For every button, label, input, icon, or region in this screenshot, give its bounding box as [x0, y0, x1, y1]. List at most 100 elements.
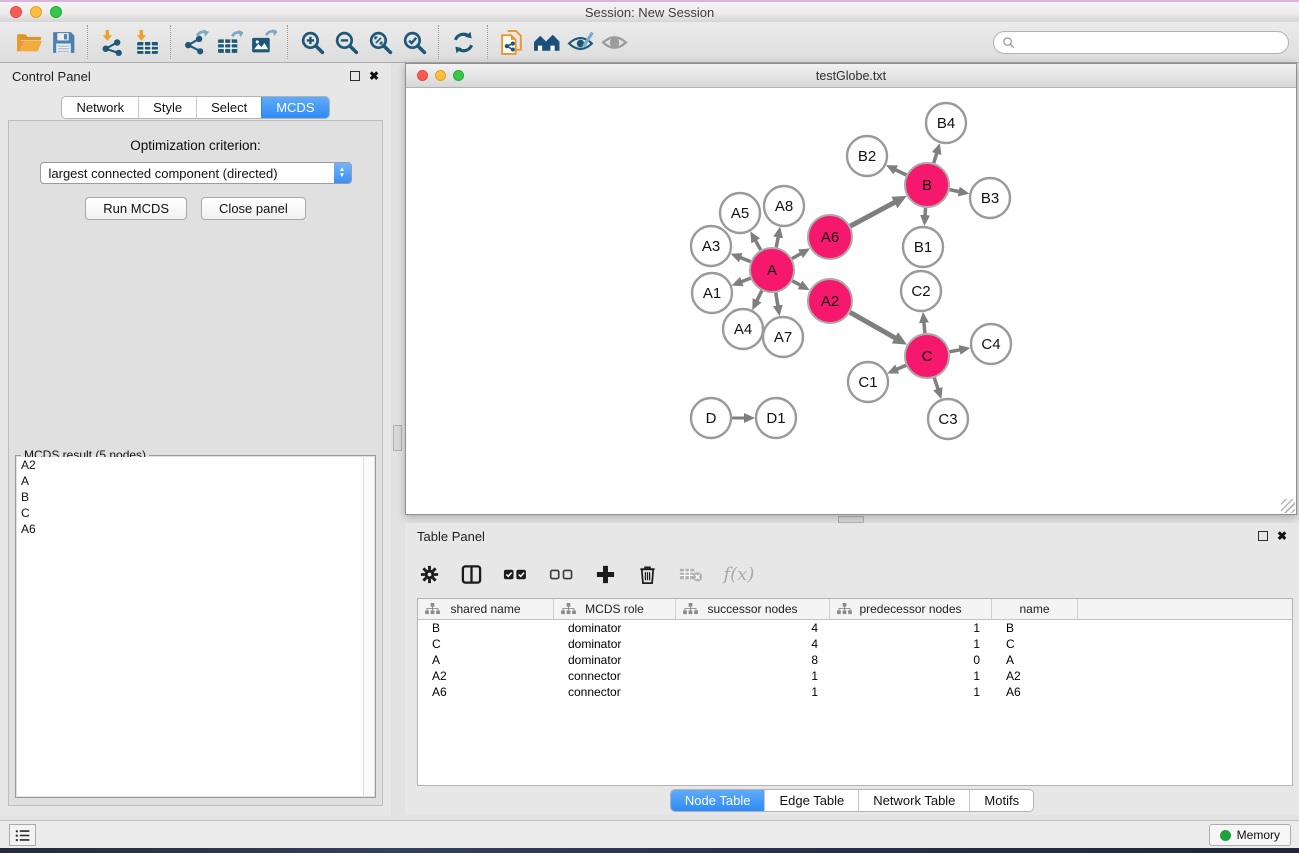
edge-C-C4[interactable] — [950, 350, 961, 352]
edge-A-A5[interactable] — [755, 240, 761, 250]
minimize-window-icon[interactable] — [30, 6, 42, 18]
mcds-result-item[interactable]: C — [17, 505, 374, 521]
node-A2[interactable]: A2 — [808, 279, 852, 323]
close-frame-icon[interactable] — [417, 70, 428, 81]
search-field[interactable] — [993, 31, 1289, 54]
node-B1[interactable]: B1 — [903, 227, 943, 267]
show-hidden-button[interactable] — [597, 25, 631, 59]
close-table-panel-icon[interactable]: ✖ — [1277, 531, 1287, 541]
edge-A-A1[interactable] — [741, 278, 751, 282]
tab-select[interactable]: Select — [196, 97, 261, 118]
node-C4[interactable]: C4 — [971, 324, 1011, 364]
network-graph[interactable]: AA1A2A3A4A5A6A7A8BB1B2B3B4CC1C2C3C4DD1 — [406, 88, 1296, 514]
show-panels-button[interactable] — [9, 824, 36, 846]
import-table-button[interactable] — [129, 25, 163, 59]
node-A6[interactable]: A6 — [808, 215, 852, 259]
edge-B-B4[interactable] — [934, 153, 937, 163]
save-session-button[interactable] — [46, 25, 80, 59]
mcds-result-list[interactable]: A2ABCA6 — [17, 457, 374, 796]
node-C3[interactable]: C3 — [928, 399, 968, 439]
export-table-button[interactable] — [212, 25, 246, 59]
hide-selected-button[interactable] — [563, 25, 597, 59]
node-A5[interactable]: A5 — [720, 193, 760, 233]
tab-network[interactable]: Network — [62, 97, 138, 118]
result-list-scrollbar[interactable] — [363, 457, 374, 796]
mcds-result-item[interactable]: A6 — [17, 521, 374, 537]
edge-B-B1[interactable] — [925, 208, 926, 216]
table-settings-gear-button[interactable] — [419, 564, 440, 585]
edge-A2-C[interactable] — [850, 312, 896, 338]
new-network-from-selection-button[interactable] — [495, 25, 529, 59]
node-A7[interactable]: A7 — [763, 317, 803, 357]
column-header-predecessor-nodes[interactable]: predecessor nodes — [830, 599, 992, 619]
run-mcds-button[interactable]: Run MCDS — [85, 197, 187, 220]
mcds-result-item[interactable]: A — [17, 473, 374, 489]
edge-A-A3[interactable] — [740, 257, 751, 261]
zoom-window-icon[interactable] — [50, 6, 62, 18]
home-browser-button[interactable] — [529, 25, 563, 59]
edge-A-A2[interactable] — [792, 281, 801, 286]
mcds-result-item[interactable]: A2 — [17, 457, 374, 473]
zoom-in-button[interactable] — [295, 25, 329, 59]
criterion-dropdown[interactable]: largest connected component (directed) ▲… — [40, 162, 352, 184]
zoom-frame-icon[interactable] — [453, 70, 464, 81]
deselect-all-rows-button[interactable] — [549, 564, 574, 585]
close-panel-button[interactable]: Close panel — [201, 197, 306, 220]
column-header-successor-nodes[interactable]: successor nodes — [676, 599, 830, 619]
node-D1[interactable]: D1 — [756, 398, 796, 438]
node-table[interactable]: shared nameMCDS rolesuccessor nodesprede… — [417, 598, 1293, 786]
node-D[interactable]: D — [691, 398, 731, 438]
node-A1[interactable]: A1 — [692, 273, 732, 313]
search-input[interactable] — [1015, 36, 1288, 50]
node-B[interactable]: B — [905, 163, 949, 207]
node-A[interactable]: A — [750, 248, 794, 292]
export-image-button[interactable] — [246, 25, 280, 59]
float-panel-icon[interactable] — [350, 71, 360, 81]
delete-column-button[interactable] — [637, 564, 658, 585]
edge-C-C2[interactable] — [924, 322, 925, 333]
edge-A6-B[interactable] — [850, 202, 895, 226]
column-header-name[interactable]: name — [992, 599, 1078, 619]
minimize-frame-icon[interactable] — [435, 70, 446, 81]
edge-A-A7[interactable] — [776, 293, 778, 307]
mcds-result-item[interactable]: B — [17, 489, 374, 505]
tab-style[interactable]: Style — [138, 97, 196, 118]
tab-mcds[interactable]: MCDS — [261, 97, 328, 118]
node-C1[interactable]: C1 — [848, 362, 888, 402]
node-B2[interactable]: B2 — [847, 136, 887, 176]
select-all-rows-button[interactable] — [503, 564, 528, 585]
edge-A-A4[interactable] — [757, 291, 762, 302]
node-B4[interactable]: B4 — [926, 103, 966, 143]
close-window-icon[interactable] — [10, 6, 22, 18]
memory-button[interactable]: Memory — [1209, 824, 1291, 846]
split-panes-button[interactable] — [461, 564, 482, 585]
table-tab-node-table[interactable]: Node Table — [671, 790, 765, 811]
edge-A-A6[interactable] — [792, 253, 801, 258]
node-A4[interactable]: A4 — [723, 309, 763, 349]
network-canvas[interactable]: AA1A2A3A4A5A6A7A8BB1B2B3B4CC1C2C3C4DD1 — [406, 88, 1296, 514]
network-window-titlebar[interactable]: testGlobe.txt — [406, 64, 1296, 88]
zoom-fit-button[interactable] — [363, 25, 397, 59]
table-row[interactable]: Adominator80A — [418, 652, 1292, 668]
import-network-button[interactable] — [95, 25, 129, 59]
node-C[interactable]: C — [905, 334, 949, 378]
column-header-shared-name[interactable]: shared name — [418, 599, 554, 619]
edge-B-B3[interactable] — [950, 190, 960, 192]
refresh-layout-button[interactable] — [446, 25, 480, 59]
node-B3[interactable]: B3 — [970, 178, 1010, 218]
node-A3[interactable]: A3 — [691, 226, 731, 266]
zoom-selected-button[interactable] — [397, 25, 431, 59]
table-tab-edge-table[interactable]: Edge Table — [764, 790, 858, 811]
edge-B-B2[interactable] — [895, 169, 906, 175]
add-column-button[interactable] — [595, 564, 616, 585]
edge-C-C3[interactable] — [934, 378, 938, 390]
table-row[interactable]: A6connector11A6 — [418, 684, 1292, 700]
export-network-button[interactable] — [178, 25, 212, 59]
close-panel-icon[interactable]: ✖ — [369, 71, 379, 81]
table-tab-motifs[interactable]: Motifs — [969, 790, 1033, 811]
vertical-splitter-handle[interactable] — [393, 425, 402, 451]
window-resize-grip[interactable] — [1281, 499, 1295, 513]
zoom-out-button[interactable] — [329, 25, 363, 59]
edge-C-C1[interactable] — [896, 365, 906, 369]
node-A8[interactable]: A8 — [764, 186, 804, 226]
